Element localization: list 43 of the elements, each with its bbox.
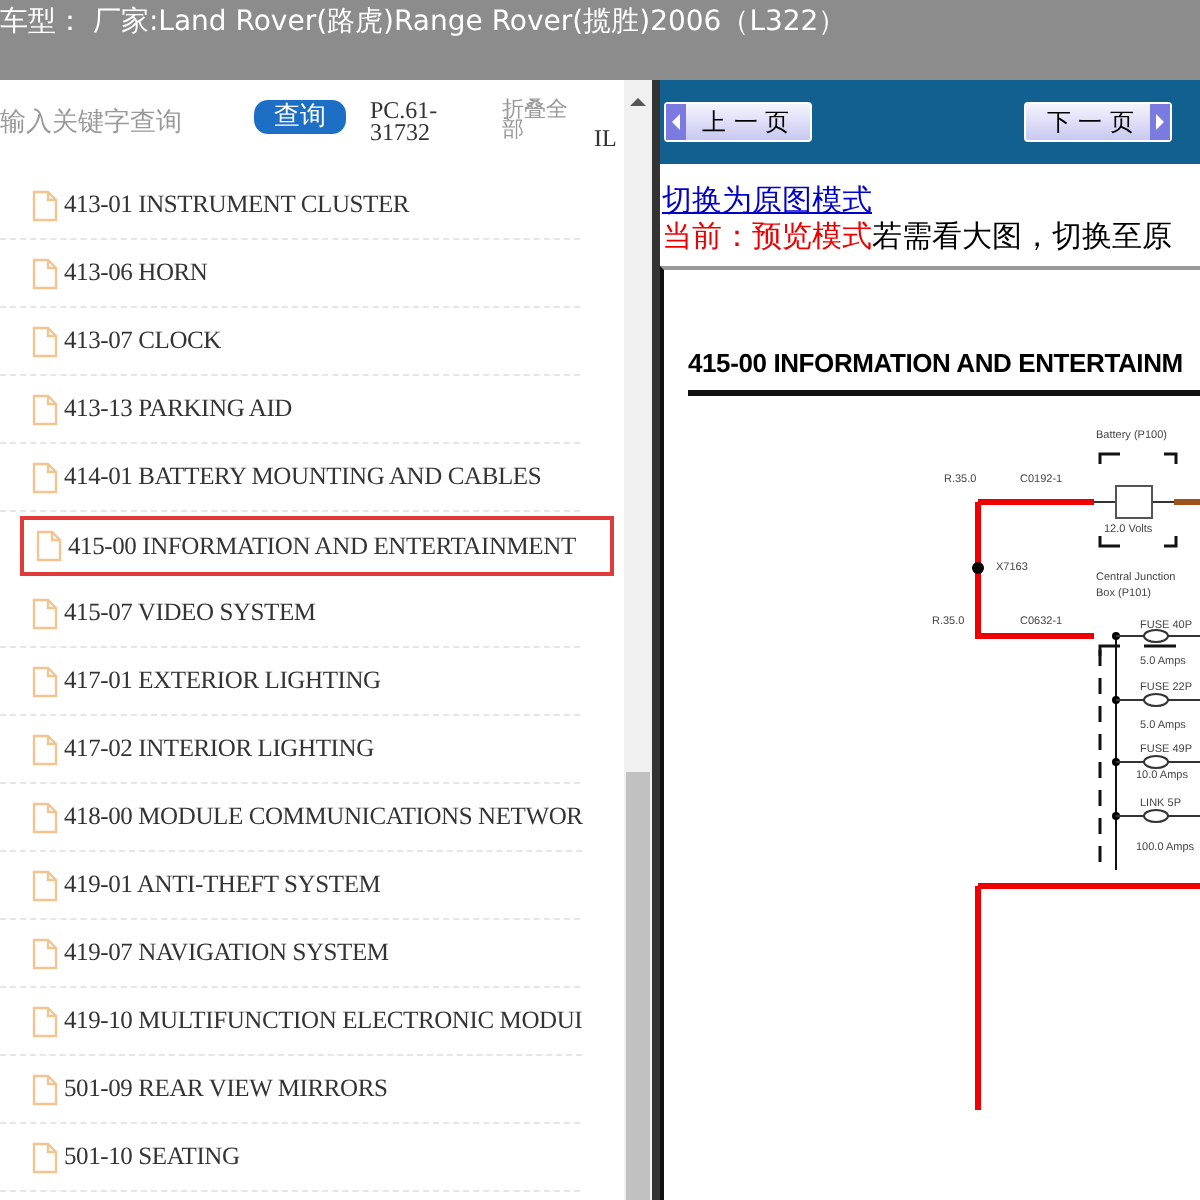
scroll-up-icon[interactable] xyxy=(630,96,646,108)
toc-item[interactable]: 419-07 NAVIGATION SYSTEM xyxy=(0,920,580,988)
toc-item[interactable]: 501-09 REAR VIEW MIRRORS xyxy=(0,1056,580,1124)
toc-item[interactable]: 413-13 PARKING AID xyxy=(0,376,580,444)
toc-item[interactable]: 501-10 SEATING xyxy=(0,1124,580,1192)
toc-item[interactable]: 415-07 VIDEO SYSTEM xyxy=(0,580,580,648)
part-code: PC.61-31732 xyxy=(370,100,440,144)
toc-item[interactable]: 417-01 EXTERIOR LIGHTING xyxy=(0,648,580,716)
toc-item[interactable]: 413-07 CLOCK xyxy=(0,308,580,376)
document-icon xyxy=(32,461,58,493)
toc-item[interactable]: 415-00 INFORMATION AND ENTERTAINMENT xyxy=(20,516,614,576)
cut-off-label: IL xyxy=(594,122,617,154)
toc-item[interactable]: 417-02 INTERIOR LIGHTING xyxy=(0,716,580,784)
document-icon xyxy=(32,189,58,221)
document-icon xyxy=(32,325,58,357)
toc-item[interactable]: 414-01 BATTERY MOUNTING AND CABLES xyxy=(0,444,580,512)
document-icon xyxy=(32,393,58,425)
toc-item[interactable]: 419-01 ANTI-THEFT SYSTEM xyxy=(0,852,580,920)
document-icon xyxy=(32,1073,58,1105)
window-title: 车型： 厂家:Land Rover(路虎)Range Rover(揽胜)2006（L322） xyxy=(0,4,849,40)
current-mode-label: 当前：预览模式 xyxy=(662,218,872,254)
document-icon xyxy=(32,869,58,901)
toc-item[interactable]: 413-01 INSTRUMENT CLUSTER xyxy=(0,172,580,240)
switch-mode-link[interactable]: 切换为原图模式 xyxy=(662,182,872,218)
next-page-button[interactable]: 下 一 页 xyxy=(1024,102,1172,142)
search-button[interactable]: 查询 xyxy=(254,100,346,134)
document-icon xyxy=(32,257,58,289)
document-icon xyxy=(36,530,62,562)
scrollbar-thumb[interactable] xyxy=(626,772,650,1200)
previous-page-button[interactable]: 上 一 页 xyxy=(664,102,812,142)
document-icon xyxy=(32,1141,58,1173)
document-icon xyxy=(32,597,58,629)
scrollbar[interactable] xyxy=(624,80,652,1200)
toc-item[interactable]: 419-10 MULTIFUNCTION ELECTRONIC MODUI xyxy=(0,988,583,1056)
toc-item[interactable]: 413-06 HORN xyxy=(0,240,580,308)
document-icon xyxy=(32,733,58,765)
document-icon xyxy=(32,801,58,833)
hint-text: 若需看大图，切换至原 xyxy=(872,218,1172,254)
document-icon xyxy=(32,1005,58,1037)
document-icon xyxy=(32,665,58,697)
diagram-heading: 415-00 INFORMATION AND ENTERTAINM xyxy=(688,348,1185,378)
toc-item[interactable]: 418-00 MODULE COMMUNICATIONS NETWOR xyxy=(0,784,583,852)
document-icon xyxy=(32,937,58,969)
